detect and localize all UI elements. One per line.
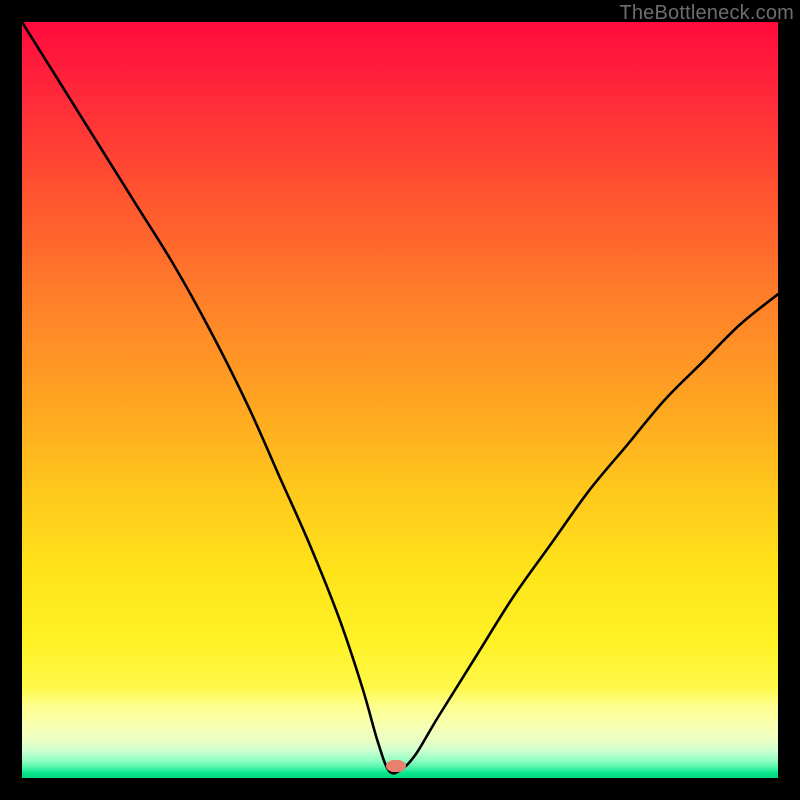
optimum-marker — [386, 760, 406, 772]
watermark-text: TheBottleneck.com — [619, 2, 794, 25]
bottleneck-curve — [22, 22, 778, 778]
chart-frame: TheBottleneck.com — [0, 0, 800, 800]
plot-area — [22, 22, 778, 778]
